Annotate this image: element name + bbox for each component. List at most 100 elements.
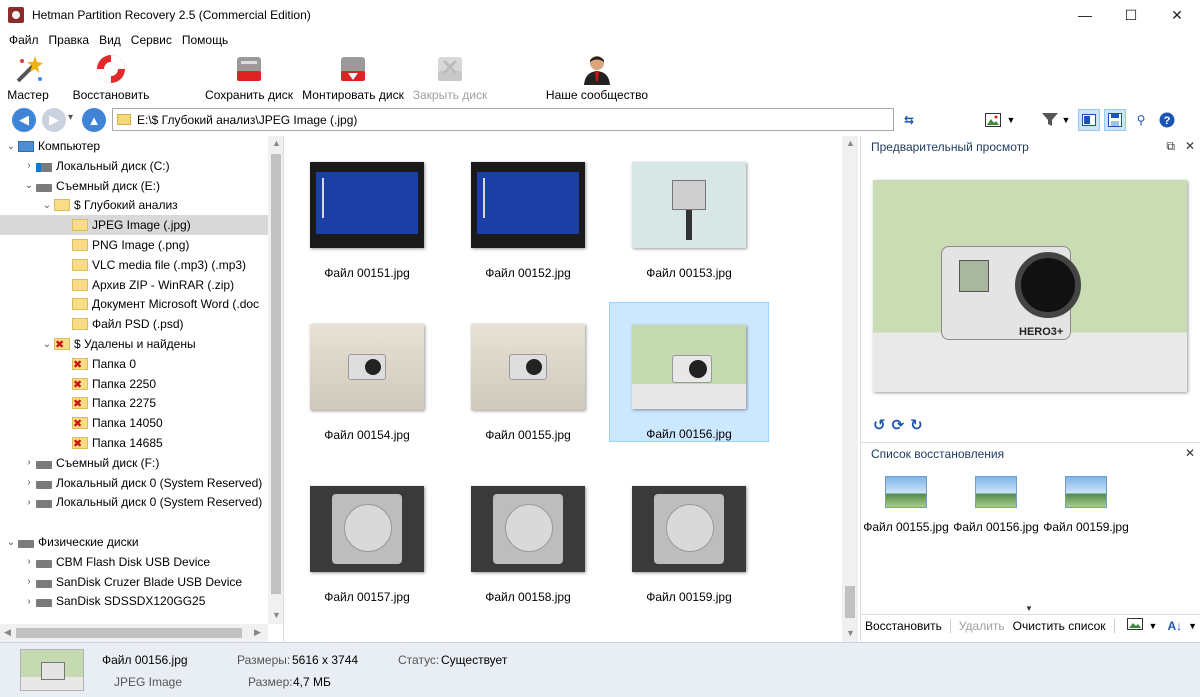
close-disk-button[interactable]: Закрыть диск <box>410 50 490 104</box>
tree-vertical-scrollbar[interactable]: ▲ ▼ <box>268 136 283 624</box>
menu-edit[interactable]: Правка <box>44 33 95 47</box>
collapse-icon[interactable]: ⌄ <box>40 337 54 351</box>
tree-item[interactable]: VLC media file (.mp3) (.mp3) <box>0 255 268 275</box>
rotate-left-icon[interactable]: ↺ <box>873 416 886 434</box>
recovery-item[interactable]: Файл 00159.jpg <box>1041 472 1131 534</box>
scroll-down-icon[interactable]: ▼ <box>272 610 281 620</box>
tree-item[interactable]: ⌄ Съемный диск (E:) <box>0 176 268 196</box>
tree-item[interactable]: › Локальный диск 0 (System Reserved) <box>0 473 268 493</box>
expand-icon[interactable]: › <box>22 495 36 509</box>
file-thumbnail[interactable]: Файл 00159.jpg <box>609 464 769 604</box>
file-thumbnail[interactable]: Файл 00158.jpg <box>448 464 608 604</box>
scroll-thumb[interactable] <box>16 628 242 638</box>
expand-icon[interactable]: › <box>22 555 36 569</box>
tree-item[interactable]: Архив ZIP - WinRAR (.zip) <box>0 275 268 295</box>
expand-icon[interactable]: › <box>22 456 36 470</box>
file-thumbnail[interactable]: Файл 00156.jpg <box>609 302 769 442</box>
tree-item[interactable]: ⌄ Компьютер <box>0 136 268 156</box>
up-button[interactable]: ▲ <box>82 108 106 132</box>
tree-item[interactable]: Документ Microsoft Word (.doc <box>0 294 268 314</box>
tree-item[interactable]: › Локальный диск 0 (System Reserved) <box>0 492 268 512</box>
collapse-icon[interactable]: ⌄ <box>40 198 54 212</box>
recovery-delete-button[interactable]: Удалить <box>955 619 1009 633</box>
tree-item[interactable]: ⌄ Физические диски <box>0 532 268 552</box>
tree-horizontal-scrollbar[interactable]: ◀ ▶ <box>0 624 268 642</box>
menu-service[interactable]: Сервис <box>126 33 177 47</box>
community-button[interactable]: Наше сообщество <box>544 50 650 104</box>
history-dropdown-icon[interactable]: ▾ <box>68 112 73 123</box>
tree-item[interactable]: › SanDisk SDSSDX120GG25 <box>0 591 268 611</box>
recovery-item[interactable]: Файл 00155.jpg <box>861 472 951 534</box>
scroll-up-icon[interactable]: ▲ <box>846 138 855 148</box>
grid-vertical-scrollbar[interactable]: ▲ ▼ <box>842 136 858 642</box>
sort-dropdown-icon[interactable]: ▼ <box>1188 621 1197 631</box>
close-recovery-list-icon[interactable]: ✕ <box>1185 446 1195 460</box>
refresh-icon[interactable]: ⇆ <box>900 109 918 131</box>
collapse-icon[interactable]: ⌄ <box>22 179 36 193</box>
expand-icon[interactable]: › <box>22 575 36 589</box>
file-thumbnail[interactable]: Файл 00153.jpg <box>609 140 769 280</box>
expand-icon[interactable]: › <box>22 476 36 490</box>
forward-button[interactable]: ▶ <box>42 108 66 132</box>
restore-button[interactable]: Восстановить <box>70 50 152 104</box>
mount-disk-button[interactable]: Монтировать диск <box>300 50 406 104</box>
help-button[interactable]: ? <box>1156 109 1178 131</box>
recovery-item[interactable]: Файл 00156.jpg <box>951 472 1041 534</box>
tree-item[interactable]: Файл PSD (.psd) <box>0 314 268 334</box>
tree-item[interactable]: › CBM Flash Disk USB Device <box>0 552 268 572</box>
wizard-button[interactable]: Мастер <box>4 50 52 104</box>
menu-view[interactable]: Вид <box>94 33 126 47</box>
undock-icon[interactable]: ⧉ <box>1166 139 1175 154</box>
tree-item[interactable]: › Локальный диск (C:) <box>0 156 268 176</box>
scroll-thumb[interactable] <box>845 586 855 618</box>
rotate-right-icon[interactable]: ↻ <box>910 416 923 434</box>
scroll-left-icon[interactable]: ◀ <box>4 627 11 638</box>
sort-icon[interactable]: A↓ <box>1167 619 1182 633</box>
back-button[interactable]: ◀ <box>12 108 36 132</box>
collapse-icon[interactable]: ⌄ <box>4 139 18 153</box>
recovery-clear-button[interactable]: Очистить список <box>1009 619 1110 633</box>
search-icon[interactable]: ⚲ <box>1130 109 1152 131</box>
tree-item[interactable]: Папка 14050 <box>0 413 268 433</box>
menu-file[interactable]: Файл <box>4 33 44 47</box>
tree-item[interactable]: PNG Image (.png) <box>0 235 268 255</box>
tree-item[interactable]: ⌄ $ Удалены и найдены <box>0 334 268 354</box>
tree-item[interactable]: JPEG Image (.jpg) <box>0 215 268 236</box>
tree-item[interactable]: Папка 14685 <box>0 433 268 453</box>
close-button[interactable]: ✕ <box>1154 0 1200 30</box>
minimize-button[interactable]: — <box>1062 0 1108 30</box>
path-field[interactable]: E:\$ Глубокий анализ\JPEG Image (.jpg) <box>112 108 894 131</box>
save-disk-button[interactable]: Сохранить диск <box>204 50 294 104</box>
tree-item[interactable]: Папка 2250 <box>0 374 268 394</box>
tree-item[interactable]: › SanDisk Cruzer Blade USB Device <box>0 572 268 592</box>
maximize-button[interactable]: ☐ <box>1108 0 1154 30</box>
splitter-arrow-icon[interactable]: ▼ <box>1025 604 1033 613</box>
file-thumbnail[interactable]: Файл 00151.jpg <box>287 140 447 280</box>
expand-icon[interactable]: › <box>22 159 36 173</box>
expand-icon[interactable]: › <box>22 594 36 608</box>
preview-panel-toggle[interactable] <box>1078 109 1100 131</box>
scroll-down-icon[interactable]: ▼ <box>846 628 855 638</box>
list-view-icon[interactable] <box>1126 618 1143 633</box>
file-thumbnail[interactable]: Файл 00157.jpg <box>287 464 447 604</box>
file-thumbnail[interactable]: Файл 00152.jpg <box>448 140 608 280</box>
menu-help[interactable]: Помощь <box>177 33 233 47</box>
recovery-list-toggle[interactable] <box>1104 109 1126 131</box>
file-thumbnail[interactable]: Файл 00155.jpg <box>448 302 608 442</box>
tree-item[interactable]: Папка 2275 <box>0 393 268 413</box>
file-thumbnail[interactable]: Файл 00154.jpg <box>287 302 447 442</box>
recovery-restore-button[interactable]: Восстановить <box>861 619 946 633</box>
tree-item[interactable]: › Съемный диск (F:) <box>0 453 268 473</box>
view-mode-button[interactable]: ▼ <box>972 109 1028 131</box>
scroll-right-icon[interactable]: ▶ <box>254 627 261 638</box>
magic-wand-icon <box>11 52 45 86</box>
scroll-thumb[interactable] <box>271 154 281 594</box>
view-dropdown-icon[interactable]: ▼ <box>1149 621 1158 631</box>
close-preview-icon[interactable]: ✕ <box>1185 139 1195 154</box>
tree-item[interactable]: Папка 0 <box>0 354 268 374</box>
collapse-icon[interactable]: ⌄ <box>4 535 18 549</box>
filter-button[interactable]: ▼ <box>1038 109 1074 131</box>
scroll-up-icon[interactable]: ▲ <box>272 138 281 148</box>
rotate-180-icon[interactable]: ⟳ <box>892 416 905 434</box>
tree-item[interactable]: ⌄ $ Глубокий анализ <box>0 195 268 215</box>
